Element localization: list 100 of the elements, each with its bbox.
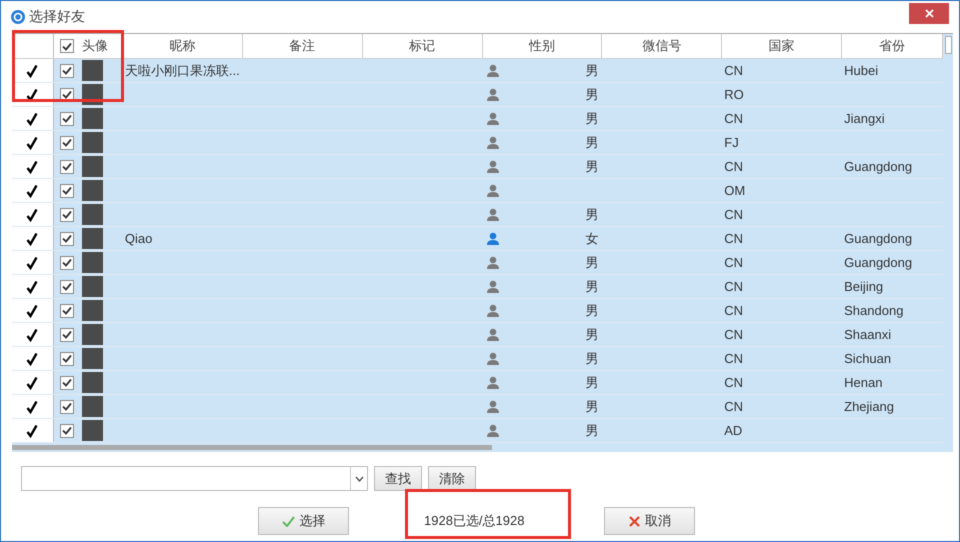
table-cell: Henan (842, 371, 944, 394)
table-cell: CN (722, 299, 842, 322)
table-cell: Shandong (842, 299, 944, 322)
table-cell: CN (722, 107, 842, 130)
avatar-placeholder (82, 156, 103, 177)
check-icon (62, 426, 72, 435)
avatar-placeholder (82, 420, 103, 441)
caret-icon (354, 476, 364, 482)
table-row[interactable]: 男 CN Sichuan (12, 347, 943, 371)
gender-text: 男 (585, 206, 598, 224)
table-row[interactable]: 天啦小刚口果冻联... 男 CN Hubei (12, 59, 943, 83)
horizontal-scrollbar[interactable] (12, 443, 953, 452)
table-row[interactable]: 男 RO (12, 83, 943, 107)
table-cell: Beijing (842, 275, 944, 298)
table-row[interactable]: Qiao 女 CN Guangdong (12, 227, 943, 251)
table-cell: CN (722, 59, 842, 82)
clear-button[interactable]: 清除 (428, 466, 476, 491)
checkbox[interactable] (60, 208, 74, 222)
check-icon (62, 90, 72, 99)
table-cell: CN (722, 227, 842, 250)
check-icon (62, 42, 72, 50)
table-row[interactable]: 男 CN Zhejiang (12, 395, 943, 419)
gender-text: 男 (585, 398, 598, 416)
table-cell: CN (722, 155, 842, 178)
gender-text: 男 (585, 62, 598, 80)
avatar-placeholder (82, 204, 103, 225)
gender-text: 男 (585, 110, 598, 128)
check-icon (62, 258, 72, 267)
table-row[interactable]: 男 CN Jiangxi (12, 107, 943, 131)
check-icon (62, 66, 72, 75)
table-row[interactable]: OM (12, 179, 943, 203)
table-cell: CN (722, 251, 842, 274)
table-row[interactable]: 男 FJ (12, 131, 943, 155)
column-header: 标记 (362, 34, 483, 58)
checkbox[interactable] (60, 136, 74, 150)
avatar-placeholder (82, 324, 103, 345)
app-logo-icon (11, 10, 25, 24)
avatar-placeholder (82, 132, 103, 153)
table-row[interactable]: 男 CN Beijing (12, 275, 943, 299)
gender-text: 男 (585, 350, 598, 368)
check-icon (62, 138, 72, 147)
checkbox[interactable] (60, 184, 74, 198)
avatar-placeholder (82, 372, 103, 393)
avatar-placeholder (82, 252, 103, 273)
checkbox[interactable] (60, 256, 74, 270)
table-row[interactable]: 男 CN Guangdong (12, 155, 943, 179)
window-title: 选择好友 (29, 8, 86, 26)
avatar-placeholder (82, 60, 103, 81)
checkbox[interactable] (60, 352, 74, 366)
select-button[interactable]: 选择 (258, 507, 349, 535)
avatar-placeholder (82, 108, 103, 129)
column-header: 昵称 (122, 34, 243, 58)
gender-text: 女 (585, 230, 598, 248)
gender-text: 男 (585, 302, 598, 320)
checkbox[interactable] (60, 376, 74, 390)
checkbox[interactable] (60, 64, 74, 78)
check-icon (62, 234, 72, 243)
scrollbar-thumb[interactable] (12, 445, 492, 450)
checkbox[interactable] (60, 112, 74, 126)
gender-text: 男 (585, 326, 598, 344)
table-cell: OM (722, 179, 842, 202)
gender-text: 男 (585, 86, 598, 104)
table-cell: CN (722, 395, 842, 418)
table-row[interactable]: 男 CN Shandong (12, 299, 943, 323)
checkbox[interactable] (60, 424, 74, 438)
check-icon (62, 114, 72, 123)
checkbox[interactable] (60, 39, 74, 53)
table-row[interactable]: 男 CN Shaanxi (12, 323, 943, 347)
check-icon (62, 378, 72, 387)
column-label: 头像 (82, 37, 108, 55)
table-row[interactable]: 男 CN Guangdong (12, 251, 943, 275)
checkbox[interactable] (60, 160, 74, 174)
table-cell: CN (722, 275, 842, 298)
table-cell: Guangdong (842, 251, 944, 274)
checkbox[interactable] (60, 280, 74, 294)
check-icon (62, 306, 72, 315)
checkbox[interactable] (60, 328, 74, 342)
selection-count: 1928已选/总1928 (424, 512, 524, 530)
table-cell: CN (722, 323, 842, 346)
table-row[interactable]: 男 AD (12, 419, 943, 443)
checkbox[interactable] (60, 232, 74, 246)
gender-text: 男 (585, 422, 598, 440)
column-header: 备注 (242, 34, 363, 58)
column-header: 微信号 (602, 34, 722, 58)
table-cell: Jiangxi (842, 107, 944, 130)
checkbox[interactable] (60, 400, 74, 414)
close-icon (628, 516, 640, 526)
table-cell: CN (722, 347, 842, 370)
scrollbar-thumb[interactable] (944, 36, 952, 54)
find-button[interactable]: 查找 (374, 466, 422, 491)
checkbox[interactable] (60, 304, 74, 318)
table-row[interactable]: 男 CN Henan (12, 371, 943, 395)
column-header: 性别 (482, 34, 602, 58)
gender-text: 男 (585, 158, 598, 176)
table-row[interactable]: 男 CN (12, 203, 943, 227)
cancel-button[interactable]: 取消 (604, 507, 696, 535)
check-icon (62, 282, 72, 291)
check-icon (62, 330, 72, 339)
avatar-placeholder (82, 276, 103, 297)
close-button[interactable] (909, 2, 949, 24)
